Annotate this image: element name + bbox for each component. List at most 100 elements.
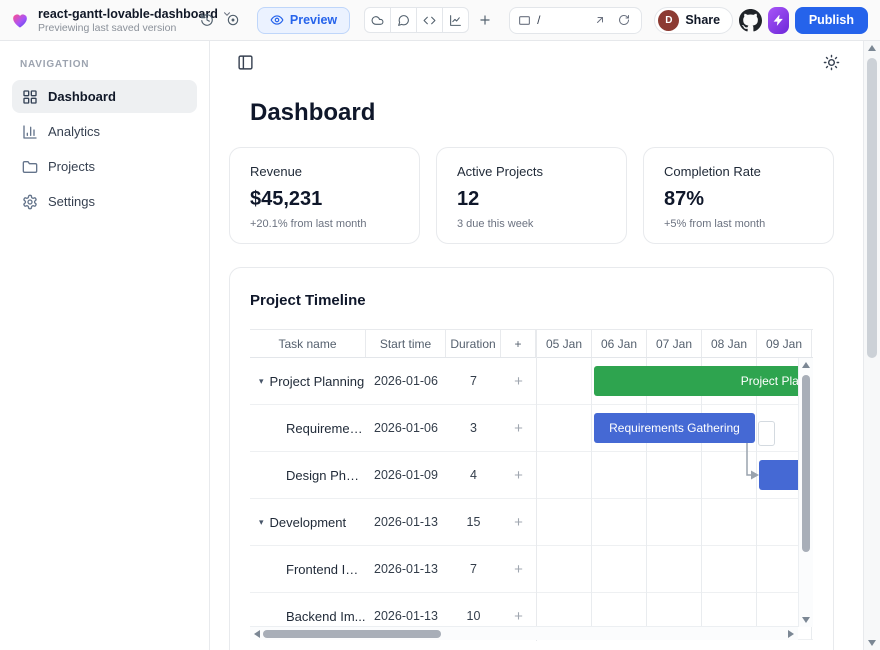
lightning-icon <box>772 14 785 27</box>
page-scrollbar-thumb[interactable] <box>867 58 877 358</box>
task-name-cell[interactable]: Design Phase <box>250 452 366 498</box>
date-column-header: 07 Jan <box>647 330 702 357</box>
preview-pane: Dashboard Revenue$45,231+20.1% from last… <box>210 41 880 650</box>
scroll-up-arrow-icon[interactable] <box>802 362 810 368</box>
task-name-cell[interactable]: ▾ Project Planning <box>250 358 366 404</box>
share-button[interactable]: D Share <box>654 7 733 34</box>
gantt-task-row[interactable]: Frontend Im...2026-01-137+ <box>250 546 536 593</box>
task-start-cell: 2026-01-06 <box>366 358 446 404</box>
add-subtask-button[interactable]: + <box>501 405 536 451</box>
horizontal-scrollbar-thumb[interactable] <box>263 630 441 638</box>
add-tab-button[interactable] <box>475 7 495 33</box>
toolbar-icon-group <box>364 7 469 33</box>
stat-value: 12 <box>457 188 606 211</box>
bar-link-handle[interactable] <box>758 421 775 446</box>
stat-cards: Revenue$45,231+20.1% from last monthActi… <box>229 147 834 244</box>
sidebar-item-settings[interactable]: Settings <box>12 185 197 218</box>
scroll-down-arrow-icon[interactable] <box>802 617 810 623</box>
page-scroll-down-icon[interactable] <box>868 640 876 646</box>
theme-toggle-button[interactable] <box>818 49 844 75</box>
add-subtask-button[interactable]: + <box>501 546 536 592</box>
sun-icon <box>823 54 840 71</box>
scroll-left-arrow-icon[interactable] <box>254 630 260 638</box>
refresh-button[interactable] <box>615 11 633 29</box>
sidebar-toggle-button[interactable] <box>232 49 258 75</box>
task-name-cell[interactable]: Frontend Im... <box>250 546 366 592</box>
project-subtitle: Previewing last saved version <box>38 22 187 34</box>
task-duration-cell: 15 <box>446 499 501 545</box>
gantt-horizontal-scrollbar[interactable] <box>250 626 798 640</box>
focus-button[interactable] <box>223 7 243 33</box>
code-button[interactable] <box>416 7 443 33</box>
add-subtask-button[interactable]: + <box>501 499 536 545</box>
collapse-toggle-icon[interactable]: ▾ <box>259 517 264 528</box>
add-subtask-button[interactable]: + <box>501 358 536 404</box>
share-label: Share <box>685 13 720 27</box>
scroll-right-arrow-icon[interactable] <box>788 630 794 638</box>
add-subtask-button[interactable]: + <box>501 452 536 498</box>
sidebar-item-label: Projects <box>48 159 95 174</box>
sidebar-item-label: Settings <box>48 194 95 209</box>
date-column-header: 08 Jan <box>702 330 757 357</box>
upgrade-button[interactable] <box>768 7 789 34</box>
task-name: Project Planning <box>270 374 365 389</box>
window-icon <box>518 14 531 27</box>
column-header-duration[interactable]: Duration <box>446 330 501 357</box>
gantt-grid-header: Task name Start time Duration + <box>250 330 536 358</box>
task-name-cell[interactable]: ▾Development <box>250 499 366 545</box>
date-column-header: 06 Jan <box>592 330 647 357</box>
sidebar-item-analytics[interactable]: Analytics <box>12 115 197 148</box>
url-path[interactable]: / <box>537 13 585 27</box>
lovable-logo-icon[interactable] <box>10 10 30 30</box>
gantt-chart: Task name Start time Duration + ▾ Project… <box>250 329 813 640</box>
page-scrollbar[interactable] <box>863 41 880 650</box>
github-button[interactable] <box>739 7 762 33</box>
gantt-summary-bar[interactable]: Project Planning <box>594 366 813 396</box>
stat-label: Active Projects <box>457 164 606 179</box>
url-bar[interactable]: / <box>509 7 642 34</box>
sidebar-item-projects[interactable]: Projects <box>12 150 197 183</box>
date-column-header: 09 Jan <box>757 330 812 357</box>
stat-subtext: 3 due this week <box>457 218 606 230</box>
open-external-button[interactable] <box>591 11 609 29</box>
task-start-cell: 2026-01-13 <box>366 546 446 592</box>
gantt-task-rows: ▾Project Planning2026-01-067+Requiremen.… <box>250 358 536 640</box>
timeline-card: Project Timeline Task name Start time Du… <box>229 267 834 650</box>
chat-button[interactable] <box>390 7 417 33</box>
grid-icon <box>22 89 38 105</box>
bar-chart-icon <box>22 124 38 140</box>
history-button[interactable] <box>197 7 217 33</box>
gantt-timeline-area: 05 Jan06 Jan07 Jan08 Jan09 Jan Project P… <box>536 330 813 641</box>
stat-card: Completion Rate87%+5% from last month <box>643 147 834 244</box>
gantt-task-row[interactable]: Requiremen...2026-01-063+ <box>250 405 536 452</box>
gantt-task-row[interactable]: ▾Development2026-01-1315+ <box>250 499 536 546</box>
vertical-scrollbar-thumb[interactable] <box>802 375 810 552</box>
gantt-vertical-scrollbar[interactable] <box>798 358 813 627</box>
add-column-button[interactable]: + <box>501 330 536 357</box>
column-header-start[interactable]: Start time <box>366 330 446 357</box>
gantt-task-bar[interactable]: Requirements Gathering <box>594 413 755 443</box>
dashboard-content: Dashboard Revenue$45,231+20.1% from last… <box>210 99 834 650</box>
task-name-cell[interactable]: Requiremen... <box>250 405 366 451</box>
cloud-button[interactable] <box>364 7 391 33</box>
stat-subtext: +5% from last month <box>664 218 813 230</box>
publish-button[interactable]: Publish <box>795 7 868 34</box>
sidebar-item-dashboard[interactable]: Dashboard <box>12 80 197 113</box>
folder-icon <box>22 159 38 175</box>
stat-card: Active Projects 12 3 due this week <box>436 147 627 244</box>
stat-card: Revenue$45,231+20.1% from last month <box>229 147 420 244</box>
column-header-task[interactable]: Task name <box>250 330 366 357</box>
stat-value: 87% <box>664 188 813 211</box>
project-switcher[interactable]: react-gantt-lovable-dashboard Previewing… <box>38 7 187 34</box>
gantt-task-row[interactable]: Design Phase2026-01-094+ <box>250 452 536 499</box>
preview-button[interactable]: Preview <box>257 7 350 34</box>
preview-toolbar <box>210 41 880 83</box>
chart-button[interactable] <box>442 7 469 33</box>
page-title: Dashboard <box>250 99 834 127</box>
task-duration-cell: 7 <box>446 358 501 404</box>
task-start-cell: 2026-01-13 <box>366 499 446 545</box>
collapse-toggle-icon[interactable]: ▾ <box>259 376 264 387</box>
gantt-task-row[interactable]: ▾ Project Planning2026-01-067+ <box>250 358 536 405</box>
page-scroll-up-icon[interactable] <box>868 45 876 51</box>
task-name: Backend Im... <box>286 609 365 624</box>
